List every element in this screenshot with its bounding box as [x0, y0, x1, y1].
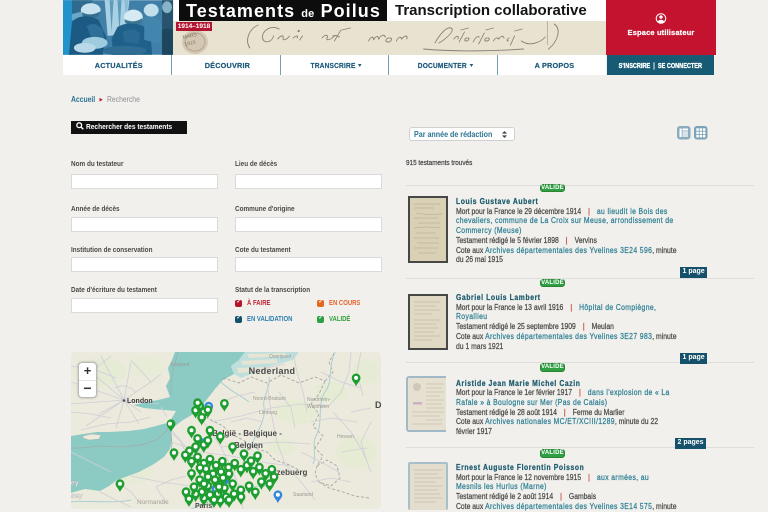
- svg-text:Limburg: Limburg: [259, 410, 277, 416]
- svg-text:Saarland: Saarland: [293, 492, 313, 498]
- svg-text:Nederland: Nederland: [249, 366, 296, 376]
- svg-text:England: England: [171, 362, 190, 368]
- svg-text:London: London: [127, 398, 153, 405]
- svg-text:sey: sey: [71, 493, 83, 500]
- svg-text:ey: ey: [71, 480, 79, 487]
- svg-text:Noord-Brabant: Noord-Brabant: [253, 396, 286, 402]
- svg-text:Nordrhein-: Nordrhein-: [307, 397, 331, 403]
- svg-text:D: D: [375, 400, 381, 410]
- svg-text:Hessen: Hessen: [337, 434, 354, 440]
- svg-text:Overijssel: Overijssel: [269, 354, 291, 360]
- svg-text:Normandie: Normandie: [137, 499, 169, 506]
- svg-text:Westfalen: Westfalen: [307, 404, 329, 410]
